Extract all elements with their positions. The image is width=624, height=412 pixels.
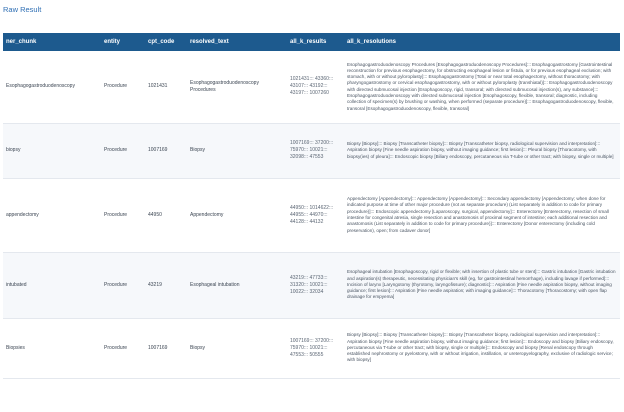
all-k-resolutions-cell: Esophagogastroduodenoscopy Procedures [E…	[344, 51, 620, 124]
ner-chunk-cell: Esophagogastroduodenoscopy	[3, 51, 101, 124]
table-row: Biopsies Procedure 1007169 Biopsy 100716…	[3, 318, 620, 379]
entity-cell: Procedure	[101, 178, 145, 253]
resolved-text-cell: Biopsy	[187, 318, 287, 379]
table-row: Esophagogastroduodenoscopy Procedure 102…	[3, 51, 620, 124]
ner-chunk-cell: biopsy	[3, 123, 101, 179]
header-resolved-text[interactable]: resolved_text	[187, 33, 287, 51]
all-k-results-cell: 43219::: 47733::: 31320::: 10021::: 1002…	[287, 252, 344, 319]
resolved-text-cell: Esophageal intubation	[187, 252, 287, 319]
all-k-resolutions-cell: Biopsy [Biopsy]::: Biopsy [Transcatheter…	[344, 318, 620, 379]
all-k-results-cell: 44950::: 1014622::: 44955::: 44970::: 44…	[287, 178, 344, 253]
resolved-text-cell: Esophagogastroduodenoscopy Procedures	[187, 51, 287, 124]
entity-cell: Procedure	[101, 252, 145, 319]
all-k-resolutions-cell: Esophageal intubation [Esophagoscopy, ri…	[344, 252, 620, 319]
table-row: biopsy Procedure 1007169 Biopsy 1007169:…	[3, 123, 620, 179]
ner-chunk-cell: Biopsies	[3, 318, 101, 379]
cpt-code-cell: 44950	[145, 178, 187, 253]
resolved-text-cell: Biopsy	[187, 123, 287, 179]
header-all-k-resolutions[interactable]: all_k_resolutions	[344, 33, 620, 51]
entity-cell: Procedure	[101, 318, 145, 379]
header-cpt-code[interactable]: cpt_code	[145, 33, 187, 51]
all-k-results-cell: 1021431::: 43360::: 43107::: 43192::: 43…	[287, 51, 344, 124]
all-k-results-cell: 1007169::: 37200::: 75970::: 10021::: 47…	[287, 318, 344, 379]
all-k-resolutions-cell: Appendectomy [Appendectomy]::: Appendect…	[344, 178, 620, 253]
header-entity[interactable]: entity	[101, 33, 145, 51]
header-all-k-results[interactable]: all_k_results	[287, 33, 344, 51]
header-ner-chunk[interactable]: ner_chunk	[3, 33, 101, 51]
ner-chunk-cell: intubated	[3, 252, 101, 319]
entity-cell: Procedure	[101, 123, 145, 179]
cpt-code-cell: 1007169	[145, 123, 187, 179]
cpt-code-cell: 1021431	[145, 51, 187, 124]
results-table: ner_chunk entity cpt_code resolved_text …	[3, 33, 620, 379]
page-title: Raw Result	[3, 5, 42, 14]
all-k-results-cell: 1007169::: 37200::: 75970::: 10021::: 32…	[287, 123, 344, 179]
table-header-row: ner_chunk entity cpt_code resolved_text …	[3, 33, 620, 51]
entity-cell: Procedure	[101, 51, 145, 124]
cpt-code-cell: 1007169	[145, 318, 187, 379]
table-row: appendectomy Procedure 44950 Appendectom…	[3, 178, 620, 253]
ner-chunk-cell: appendectomy	[3, 178, 101, 253]
table-row: intubated Procedure 43219 Esophageal int…	[3, 252, 620, 319]
all-k-resolutions-cell: Biopsy [Biopsy]::: Biopsy [Transcatheter…	[344, 123, 620, 179]
resolved-text-cell: Appendectomy	[187, 178, 287, 253]
cpt-code-cell: 43219	[145, 252, 187, 319]
